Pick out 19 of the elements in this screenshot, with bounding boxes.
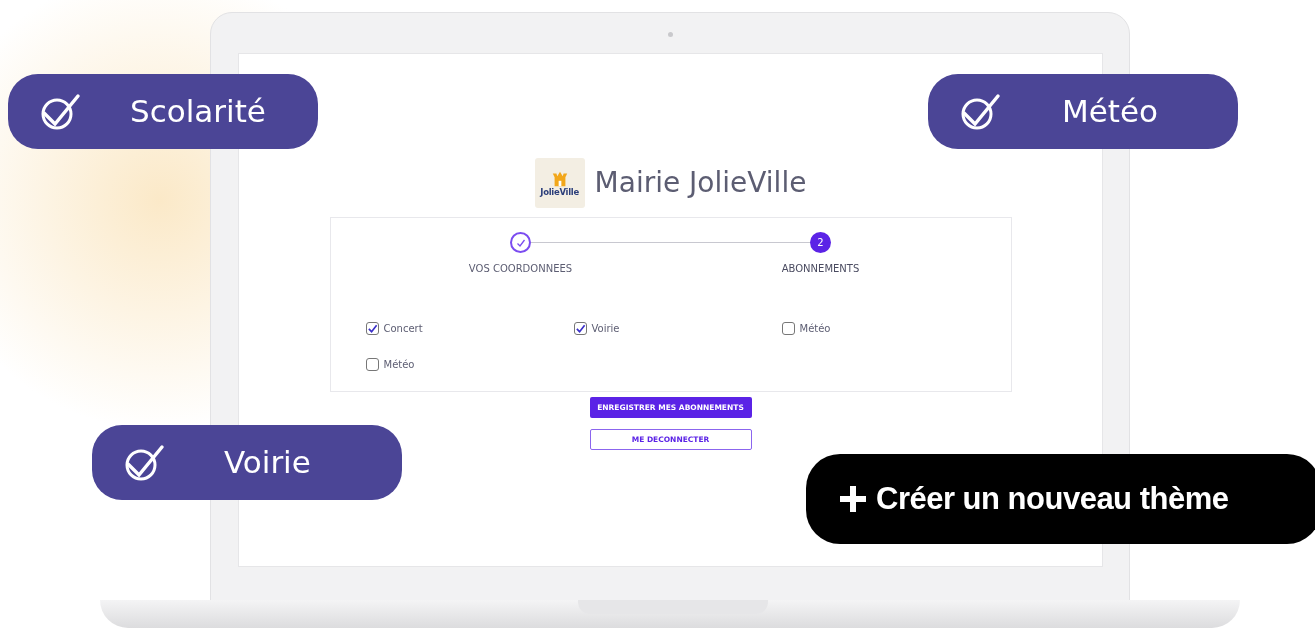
site-title: Mairie JolieVille [594, 165, 807, 201]
checkbox-label[interactable]: Météo [383, 357, 415, 372]
camera-dot [668, 32, 673, 37]
pill-label: Scolarité [130, 92, 266, 132]
checkbox-label[interactable]: Voirie [591, 321, 620, 336]
checkbox-label[interactable]: Concert [383, 321, 423, 336]
plus-icon [838, 484, 868, 514]
step-label[interactable]: ABONNEMENTS [781, 261, 860, 276]
logo-text: JolieVille [540, 187, 579, 197]
create-theme-button[interactable]: Créer un nouveau thème [806, 454, 1315, 544]
checkbox[interactable] [573, 322, 587, 335]
checkbox-label[interactable]: Météo [799, 321, 831, 336]
step-number: 2 [810, 232, 831, 253]
checkbox[interactable] [781, 322, 795, 335]
step-label[interactable]: VOS COORDONNEES [468, 261, 573, 276]
pill-label: Météo [1062, 92, 1158, 132]
checkbox[interactable] [365, 322, 379, 335]
pill-label: Voirie [224, 443, 311, 483]
checkbox[interactable] [365, 358, 379, 371]
